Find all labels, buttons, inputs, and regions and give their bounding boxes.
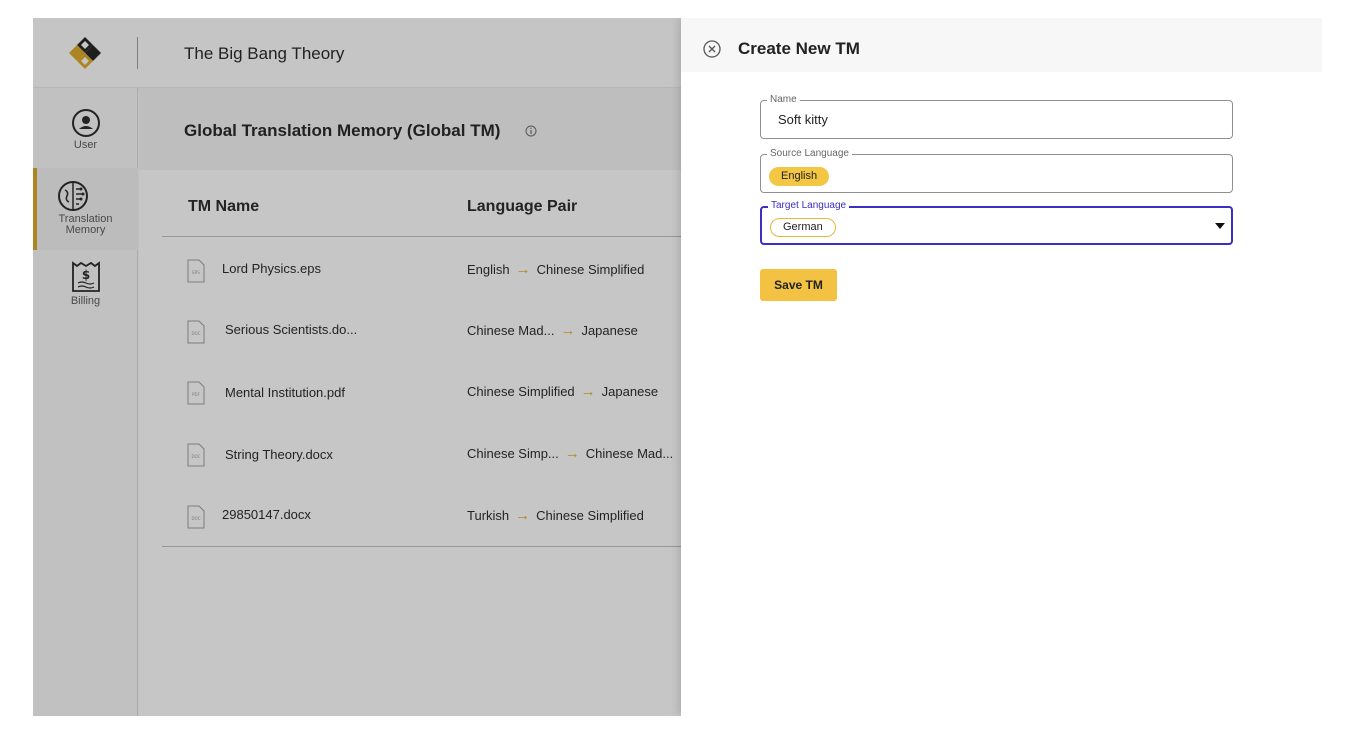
- save-tm-button[interactable]: Save TM: [760, 269, 837, 301]
- target-language-label: Target Language: [768, 200, 850, 212]
- name-field-label: Name: [767, 94, 800, 106]
- panel-title: Create New TM: [738, 39, 860, 58]
- source-language-label: Source Language: [767, 148, 852, 160]
- name-field[interactable]: Name Soft kitty: [760, 94, 1233, 139]
- close-icon[interactable]: [703, 40, 721, 58]
- source-language-chip[interactable]: English: [769, 167, 830, 186]
- create-tm-panel: Create New TM Name Soft kitty Source Lan…: [681, 18, 1322, 716]
- caret-down-icon[interactable]: [1215, 223, 1225, 229]
- app-window: The Big Bang Theory User Translation Mem…: [33, 18, 1322, 716]
- target-language-field[interactable]: Target Language German: [760, 200, 1233, 245]
- source-language-field[interactable]: Source Language English: [760, 148, 1233, 193]
- panel-header: Create New TM: [681, 18, 1322, 72]
- target-language-chip[interactable]: German: [770, 218, 836, 237]
- name-field-value[interactable]: Soft kitty: [778, 112, 828, 127]
